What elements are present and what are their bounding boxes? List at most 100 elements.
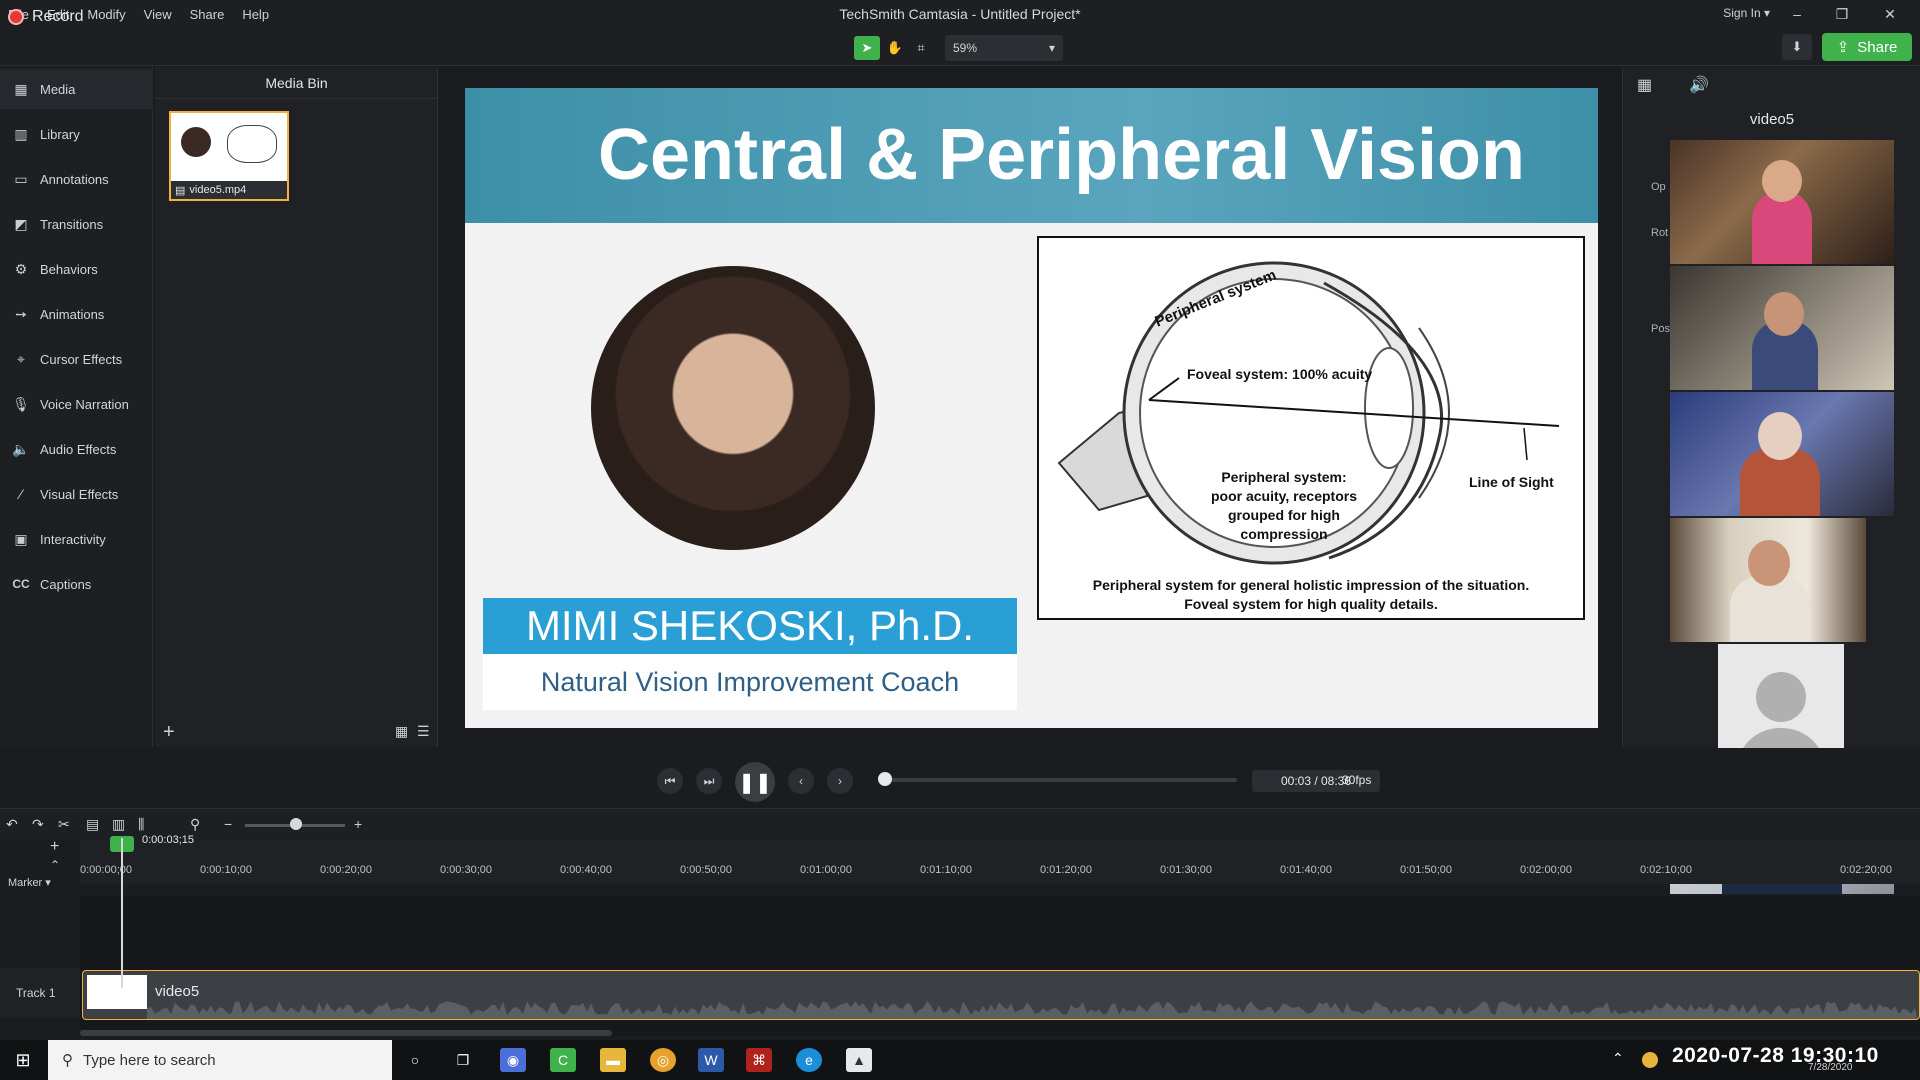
step-forward-button[interactable]: ⏭ [696,768,722,794]
chrome-button[interactable]: ◎ [650,1048,676,1072]
sidebar-item-annotations[interactable]: ▭ Annotations [0,159,153,199]
record-button[interactable]: Record [8,8,84,26]
sidebar-item-label: Captions [40,576,92,592]
start-button[interactable]: ⊞ [0,1040,46,1080]
scrubber-handle[interactable] [878,772,892,786]
menu-view[interactable]: View [144,7,172,22]
word-icon: W [704,1052,718,1068]
chevron-up-icon: ⌃ [50,858,61,872]
label-foveal-system: Foveal system: 100% acuity [1187,366,1373,382]
ruler-tick: 0:01:50;00 [1400,864,1452,876]
sidebar-item-interactivity[interactable]: ▣ Interactivity [0,519,153,559]
scrubber-track[interactable] [882,778,1237,782]
add-media-button[interactable]: + [163,721,175,744]
meeting-app-button[interactable]: ◉ [500,1048,526,1072]
marker-toggle[interactable]: Marker ▾ [0,876,80,894]
track-header[interactable]: Track 1 [0,968,80,1018]
sidebar-item-behaviors[interactable]: ⚙ Behaviors [0,249,153,289]
sidebar-item-audio-effects[interactable]: 🔈 Audio Effects [0,429,153,469]
chevron-down-icon: ▾ [1763,6,1770,20]
step-back-button[interactable]: ⏮ [657,768,683,794]
zoom-out-button[interactable]: − [224,816,232,832]
select-tool-button[interactable]: ➤ [854,36,880,60]
word-button[interactable]: W [698,1048,724,1072]
menu-modify[interactable]: Modify [87,7,125,22]
sidebar-item-visual-effects[interactable]: ⁄ Visual Effects [0,474,153,514]
tray-app-icon[interactable] [1642,1052,1658,1068]
taskbar-search[interactable]: ⚲ Type here to search [48,1040,392,1080]
cortana-button[interactable]: ○ [402,1048,428,1072]
taskbar-date[interactable]: 7/28/2020 [1808,1062,1853,1073]
task-view-button[interactable]: ❐ [450,1048,476,1072]
sidebar-item-cursor-effects[interactable]: ⌖ Cursor Effects [0,339,153,379]
timeline-ruler[interactable]: 0:00:00;00 0:00:10;00 0:00:20;00 0:00:30… [80,840,1920,884]
timeline-clip-video5[interactable]: video5 [82,970,1920,1020]
zoom-timeline-button[interactable]: ⚲ [190,816,200,833]
share-button[interactable]: ⇪ Share [1822,33,1912,61]
timeline-zoom-handle[interactable] [290,818,302,830]
sidebar-item-voice-narration[interactable]: 🎙 Voice Narration [0,384,153,424]
chevron-right-icon: › [838,774,842,788]
participant-video-2 [1670,266,1894,390]
previous-marker-button[interactable]: ‹ [788,768,814,794]
sidebar-item-captions[interactable]: CC Captions [0,564,153,604]
preview-canvas[interactable]: Central & Peripheral Vision MIMI SHEKOSK… [465,88,1598,728]
undo-icon: ↶ [6,816,18,832]
grid-view-button[interactable]: ▦ [395,723,408,740]
camtasia-app-button[interactable]: C [550,1048,576,1072]
minimize-button[interactable]: – [1775,2,1819,26]
photos-button[interactable]: ▲ [846,1048,872,1072]
sidebar-item-library[interactable]: ▥ Library [0,114,153,154]
audio-properties-tab[interactable]: 🔊 [1689,75,1709,95]
plus-icon: + [354,816,363,832]
crop-tool-button[interactable]: ⌗ [908,36,934,60]
cut-button[interactable]: ✂ [58,816,70,833]
undo-button[interactable]: ↶ [6,816,18,833]
rotation-label: Rot [1651,227,1669,239]
edge-button[interactable]: e [796,1048,822,1072]
sidebar-item-media[interactable]: ▦ Media [0,69,153,109]
menu-share[interactable]: Share [190,7,225,22]
visual-properties-tab[interactable]: ▦ [1637,75,1652,95]
microphone-icon: 🎙 [12,395,30,412]
search-placeholder: Type here to search [83,1051,216,1069]
sidebar-item-transitions[interactable]: ◩ Transitions [0,204,153,244]
add-track-button[interactable]: + [50,838,59,856]
pdf-icon: ⌘ [752,1051,766,1068]
list-view-button[interactable]: ☰ [417,723,430,740]
acrobat-button[interactable]: ⌘ [746,1048,772,1072]
cc-icon: CC [12,577,30,591]
close-button[interactable]: ✕ [1868,2,1912,26]
zoom-in-button[interactable]: + [354,816,362,832]
pan-tool-button[interactable]: ✋ [882,36,908,60]
menu-help[interactable]: Help [242,7,269,22]
paste-button[interactable]: ▥ [112,816,125,833]
download-button[interactable]: ⬇ [1782,34,1812,60]
sidebar-item-label: Media [40,81,76,97]
ruler-tick: 0:00:30;00 [440,864,492,876]
wand-icon: ⁄ [19,486,23,502]
chevron-down-icon: ▾ [1048,41,1055,55]
caption-line: Peripheral system for general holistic i… [1092,577,1530,593]
file-explorer-button[interactable]: ▬ [600,1048,626,1072]
split-button[interactable]: ⫼ [138,816,144,833]
ruler-tick: 0:01:00;00 [800,864,852,876]
media-bin-panel: Media Bin ▤ video5.mp4 + ▦ ☰ [155,67,438,747]
eye-diagram: Peripheral system Foveal system: 100% ac… [1037,236,1585,620]
share-label: Share [1857,38,1898,56]
zoom-dropdown[interactable]: 59% ▾ [945,35,1063,61]
next-marker-button[interactable]: › [827,768,853,794]
media-item-video5[interactable]: ▤ video5.mp4 [169,111,289,201]
maximize-button[interactable]: ❐ [1820,2,1864,26]
video-file-icon: ▤ [175,184,186,197]
sidebar-item-animations[interactable]: ➙ Animations [0,294,153,334]
sign-in-button[interactable]: Sign In ▾ [1723,6,1770,20]
tray-chevron-up-icon[interactable]: ⌃ [1612,1050,1624,1067]
redo-button[interactable]: ↷ [32,816,44,833]
share-icon: ⇪ [1836,39,1850,56]
pause-button[interactable]: ❚❚ [735,762,775,802]
playhead-line[interactable] [121,838,123,988]
copy-button[interactable]: ▤ [86,816,99,833]
timeline-horizontal-scrollbar[interactable] [80,1030,612,1036]
collapse-tracks-button[interactable]: ⌃ [50,858,60,872]
